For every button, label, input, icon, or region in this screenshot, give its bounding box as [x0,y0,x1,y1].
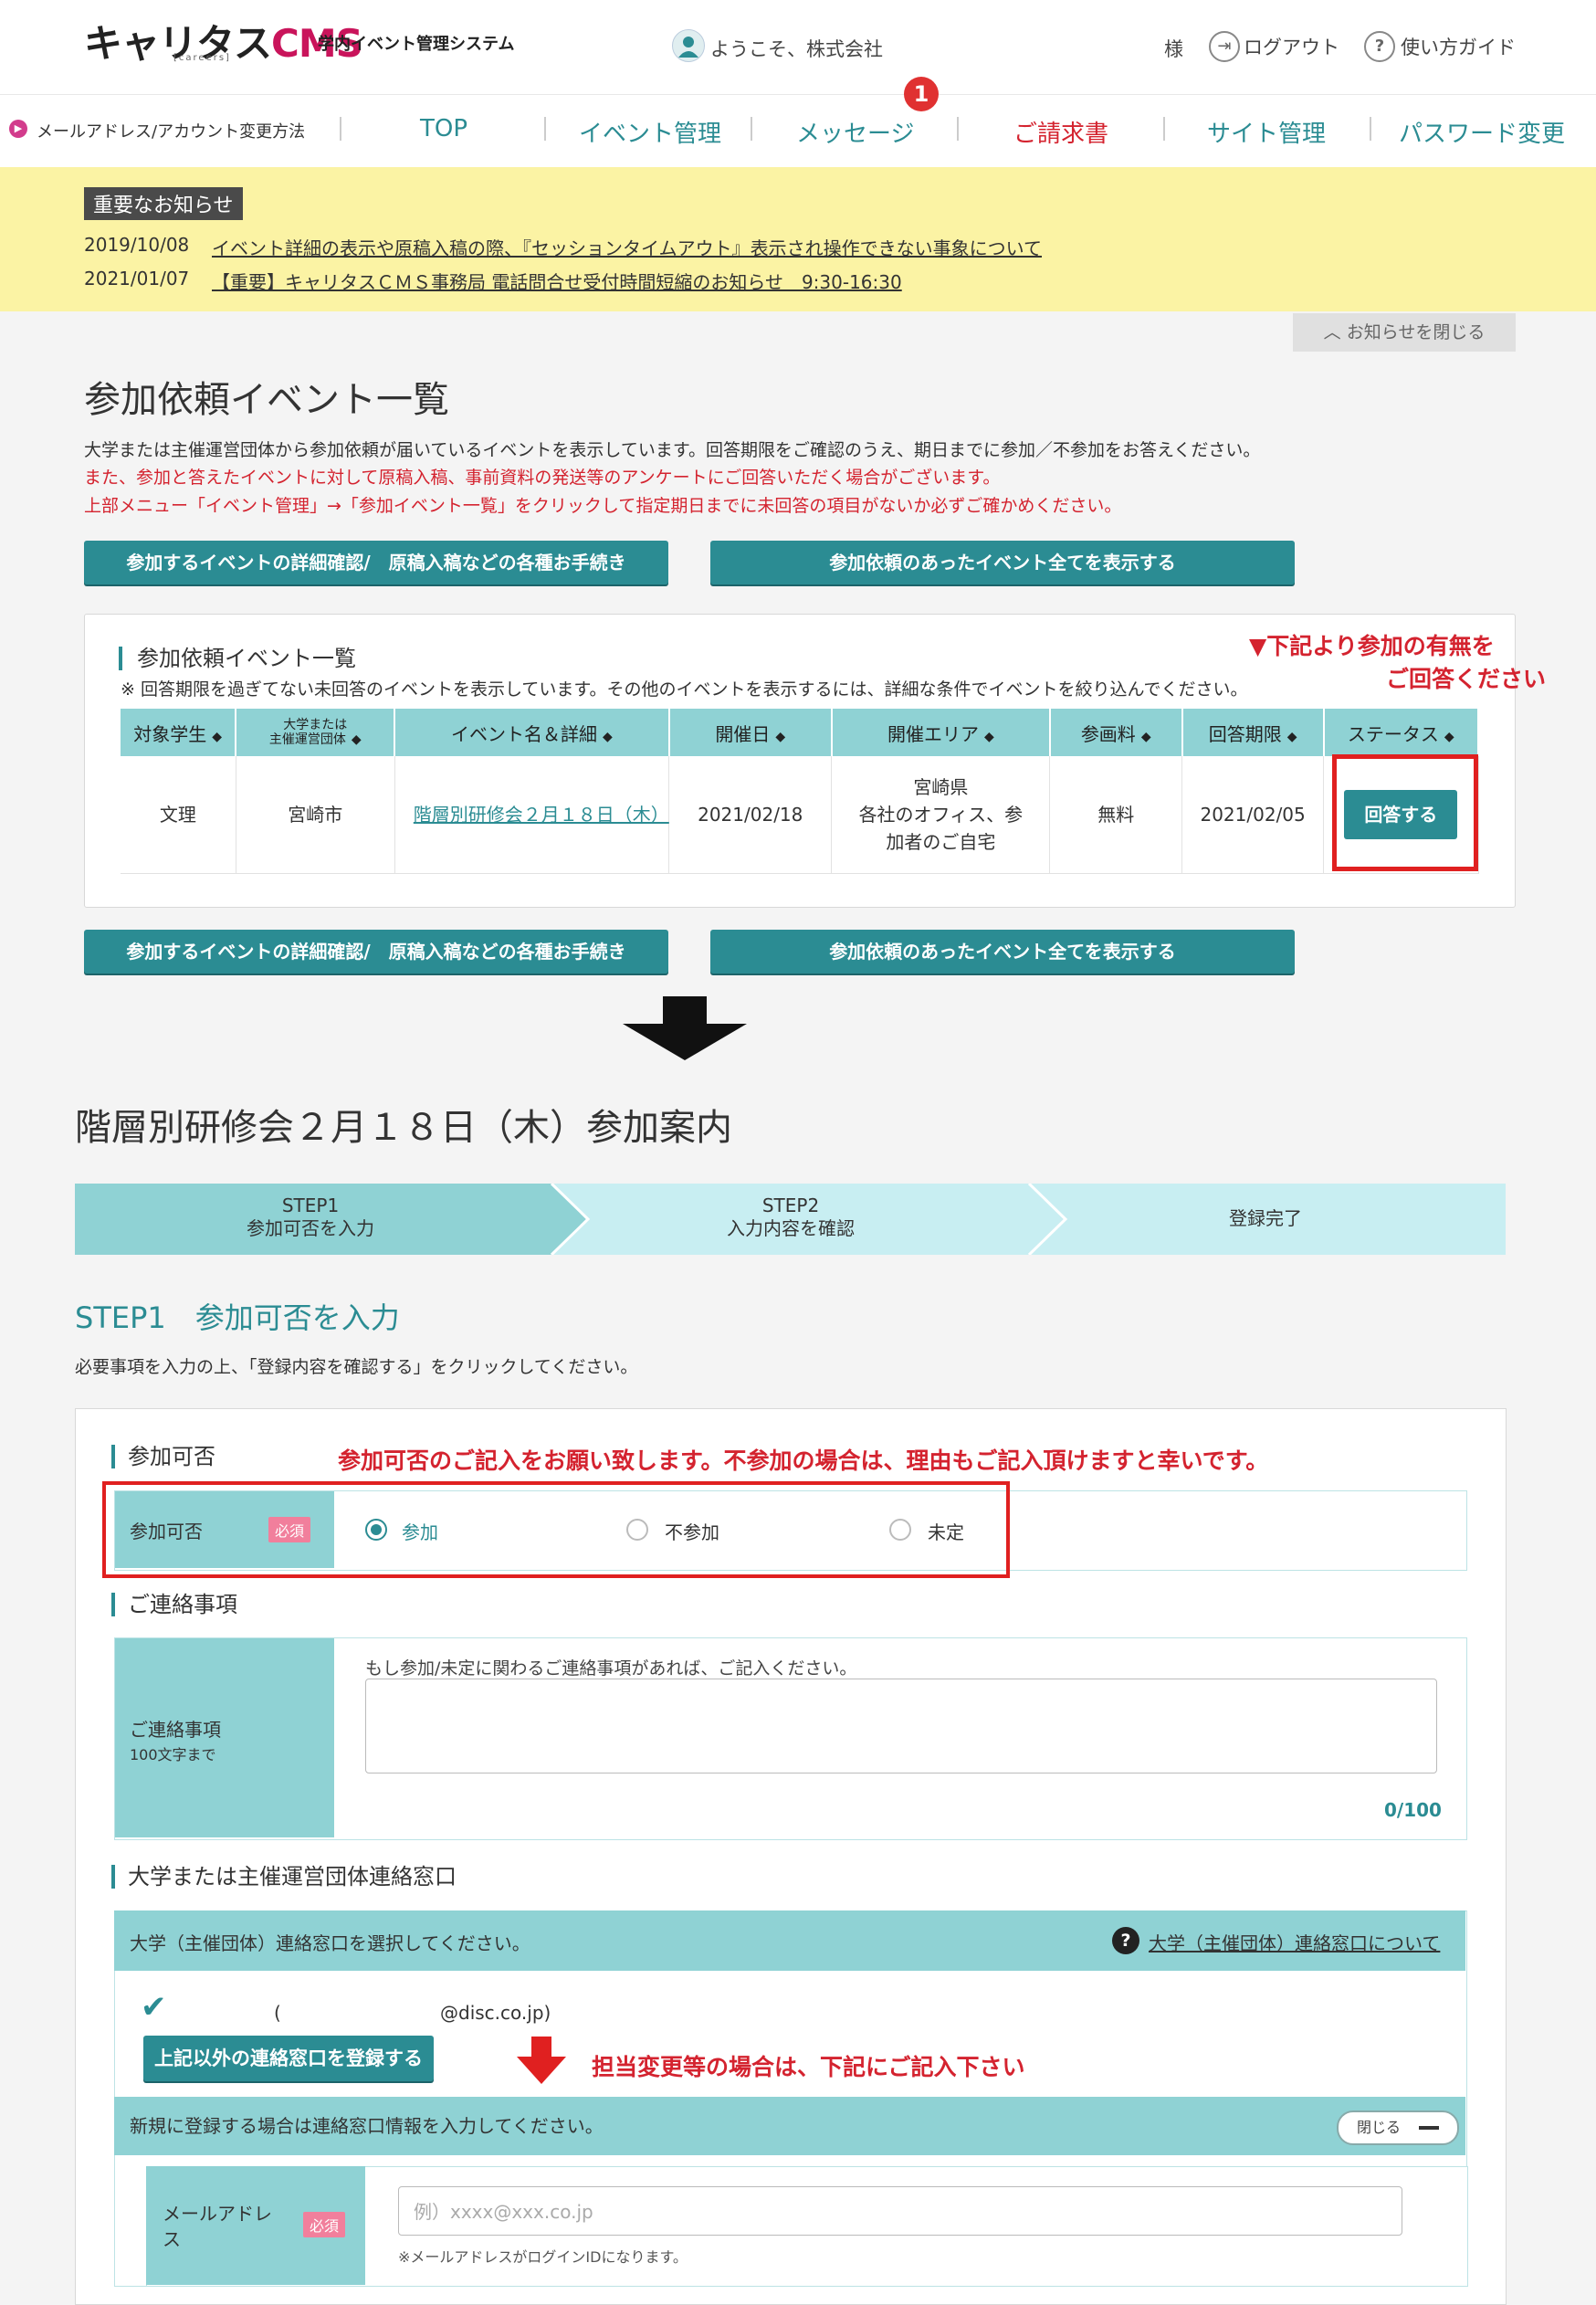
event-name-link[interactable]: 階層別研修会２月１８日（木） [414,804,669,826]
nav-invoices[interactable]: ご請求書 [1013,115,1108,149]
nav-divider [544,117,546,141]
organizer-cell: 宮崎市 [236,756,395,874]
nav-divider [957,117,959,141]
column-header[interactable]: 開催日 ◆ [668,709,833,756]
column-header[interactable]: 大学または 主催運営団体 ◆ [236,709,396,756]
contact-note-label: ご連絡事項 [130,1719,221,1741]
step-1: STEP1 参加可否を入力 [247,1195,374,1239]
highlight-box [102,1481,1010,1578]
event-area-cell: 宮崎県 各社のオフィス、参 加者のご自宅 [831,756,1051,874]
user-icon [672,29,705,62]
close-new-contact-button[interactable]: 閉じる [1337,2110,1459,2145]
existing-contact-paren: ( [274,2002,281,2024]
column-header[interactable]: 開催エリア ◆ [831,709,1051,756]
table-row: 文理 宮崎市 階層別研修会２月１８日（木） 2021/02/18 宮崎県 各社の… [121,756,1479,874]
show-all-events-button[interactable]: 参加依頼のあったイベント全てを表示する [710,541,1295,584]
step-3: 登録完了 [1229,1207,1302,1229]
description-text: 大学または主催運営団体から参加依頼が届いているイベントを表示しています。回答期限… [84,440,1261,460]
column-header[interactable]: 対象学生 ◆ [121,709,237,756]
notice-link[interactable]: イベント詳細の表示や原稿入稿の際、『セッションタイムアウト』表示され操作できない… [212,234,1042,260]
step-2: STEP2 入力内容を確認 [727,1195,855,1239]
section-heading-attendance: 参加可否 [111,1445,215,1468]
nav-password-change[interactable]: パスワード変更 [1399,115,1565,149]
nav-event-management[interactable]: イベント管理 [579,115,721,149]
arrow-down-icon [517,2037,566,2088]
nav-divider [1370,117,1371,141]
contact-note-instruction: もし参加/未定に関わるご連絡事項があれば、ご記入ください。 [365,1658,857,1679]
panel-note: ※ 回答期限を過ぎてない未回答のイベントを表示しています。その他のイベントを表示… [121,679,1248,700]
required-badge: 必須 [303,2212,346,2237]
page-title: 参加依頼イベント一覧 [84,379,449,421]
column-header[interactable]: 参画料 ◆ [1049,709,1183,756]
column-header[interactable]: ステータス ◆ [1323,709,1480,756]
nav-site-management[interactable]: サイト管理 [1207,115,1326,149]
step1-description: 必要事項を入力の上、「登録内容を確認する」をクリックしてください。 [75,1357,638,1377]
close-notice-button[interactable]: ︿ お知らせを閉じる [1293,313,1516,352]
help-icon[interactable]: ? [1112,1927,1139,1954]
logout-link[interactable]: ログアウト [1244,33,1339,60]
app-logo-subtitle: 学内イベント管理システム [318,35,515,54]
event-name-cell: 階層別研修会２月１８日（木） [394,756,670,874]
minus-icon [1419,2126,1439,2130]
existing-contact-email: @disc.co.jp) [440,2002,551,2024]
guide-link[interactable]: 使い方ガイド [1401,33,1516,60]
register-other-contact-button[interactable]: 上記以外の連絡窓口を登録する [143,2036,434,2081]
checkbox-checked-icon[interactable]: ✔ [141,1989,167,2026]
chevron-up-icon: ︿ [1323,322,1341,342]
event-details-button[interactable]: 参加するイベントの詳細確認/ 原稿入稿などの各種お手続き [84,541,668,584]
email-label-cell: メールアドレス 必須 [146,2166,365,2285]
section-heading-contact-window: 大学または主催運営団体連絡窓口 [111,1865,457,1889]
email-input[interactable]: 例）xxxx@xxx.co.jp [398,2186,1402,2236]
mail-change-link[interactable]: メールアドレス/アカウント変更方法 [37,119,305,142]
annotation-callout: ご回答ください [1386,666,1547,692]
step1-title: STEP1 参加可否を入力 [75,1300,400,1335]
description-text-warning: また、参加と答えたイベントに対して原稿入稿、事前資料の発送等のアンケートにご回答… [84,468,1001,488]
logout-icon[interactable]: ⇥ [1209,31,1240,62]
event-details-button[interactable]: 参加するイベントの詳細確認/ 原稿入稿などの各種お手続き [84,930,668,974]
detail-page-title: 階層別研修会２月１８日（木）参加案内 [75,1107,732,1149]
logo-tag: [careers] [173,53,231,63]
nav-divider [340,117,341,141]
honorific-text: 様 [1164,38,1183,60]
notice-date: 2019/10/08 [84,234,190,256]
panel-title: 参加依頼イベント一覧 [119,647,356,670]
annotation-callout: ▼下記より参加の有無を [1249,633,1495,659]
notice-date: 2021/01/07 [84,268,190,289]
contact-note-label-cell: ご連絡事項 100文字まで [115,1638,334,1837]
show-all-events-button[interactable]: 参加依頼のあったイベント全てを表示する [710,930,1295,974]
event-date-cell: 2021/02/18 [668,756,833,874]
section-heading-contact-note: ご連絡事項 [111,1593,237,1616]
arrow-down-icon [623,996,747,1064]
nav-messages[interactable]: メッセージ [796,115,914,149]
email-note: ※メールアドレスがログインIDになります。 [398,2248,688,2266]
email-label: メールアドレス [163,2203,272,2250]
nav-divider [1163,117,1165,141]
nav-divider [751,117,752,141]
notice-link[interactable]: 【重要】キャリタスＣＭＳ事務局 電話問合せ受付時間短縮のお知らせ 9:30-16… [212,268,902,294]
description-text-warning: 上部メニュー「イベント管理」→「参加イベント一覧」をクリックして指定期日までに未… [84,496,1122,516]
play-icon: ▶ [9,120,27,138]
message-count-badge: 1 [904,77,939,111]
nav-top[interactable]: TOP [420,115,467,142]
notice-title: 重要なお知らせ [84,187,243,220]
event-table: 対象学生 ◆ 大学または 主催運営団体 ◆ イベント名＆詳細 ◆ 開催日 ◆ 開催エリア… [121,709,1480,874]
annotation-callout: 担当変更等の場合は、下記にご記入下さい [592,2054,1025,2080]
annotation-callout: 参加可否のご記入をお願い致します。不参加の場合は、理由もご記入頂けますと幸いです… [338,1447,1269,1474]
new-contact-instruction: 新規に登録する場合は連絡窓口情報を入力してください。 [130,2115,604,2137]
character-counter: 0/100 [1384,1799,1442,1821]
column-header[interactable]: 回答期限 ◆ [1181,709,1325,756]
welcome-text: ようこそ、株式会社 [710,38,883,60]
help-icon[interactable]: ? [1364,31,1395,62]
about-contact-window-link[interactable]: 大学（主催団体）連絡窓口について [1149,1929,1440,1955]
deadline-cell: 2021/02/05 [1181,756,1325,874]
table-header-row: 対象学生 ◆ 大学または 主催運営団体 ◆ イベント名＆詳細 ◆ 開催日 ◆ 開催エリア… [121,709,1480,756]
contact-window-instruction: 大学（主催団体）連絡窓口を選択してください。 [130,1932,530,1954]
contact-note-limit: 100文字まで [130,1746,216,1763]
highlight-box [1332,754,1478,871]
contact-note-textarea[interactable] [365,1679,1437,1773]
column-header[interactable]: イベント名＆詳細 ◆ [394,709,670,756]
target-students-cell: 文理 [121,756,236,874]
fee-cell: 無料 [1049,756,1183,874]
